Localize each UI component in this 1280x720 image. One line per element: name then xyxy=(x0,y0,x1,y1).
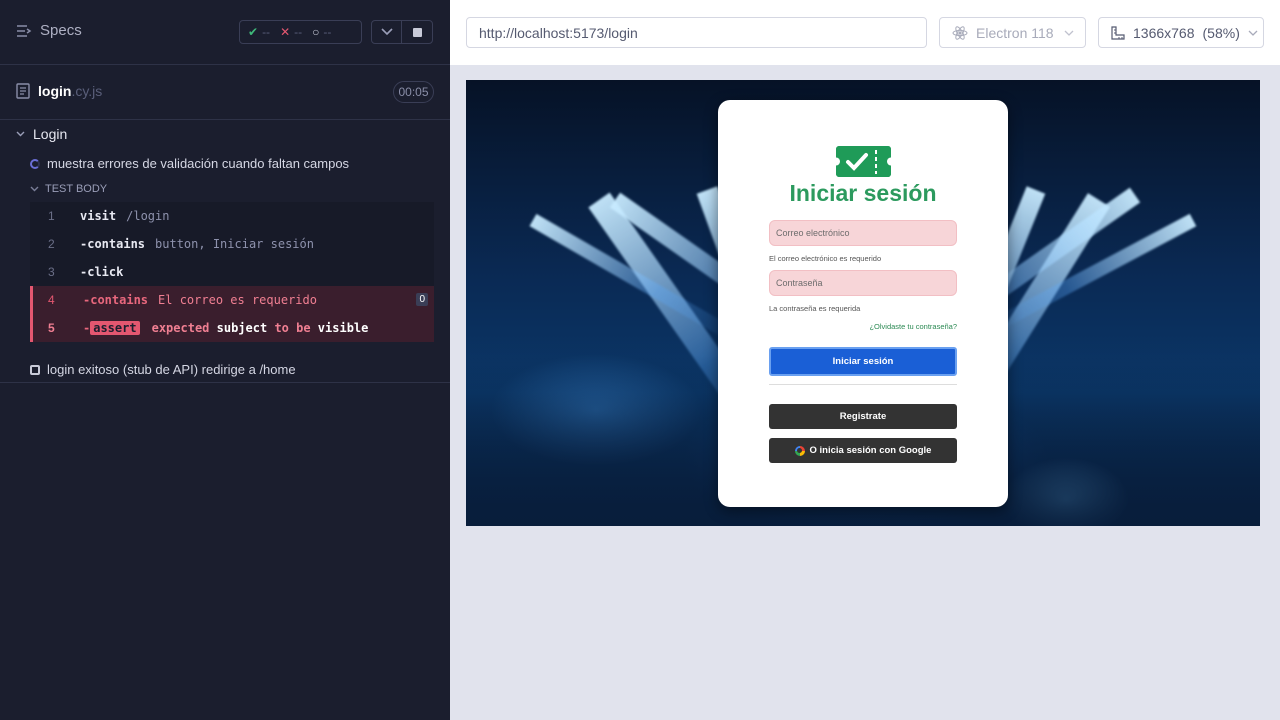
specs-toggle-button[interactable]: Specs xyxy=(16,22,82,39)
command-number: 5 xyxy=(48,321,55,335)
login-submit-button[interactable]: Iniciar sesión xyxy=(769,347,957,376)
document-icon xyxy=(16,83,30,99)
command-message: El correo es requerido xyxy=(158,293,317,307)
email-input[interactable]: Correo electrónico xyxy=(769,220,957,246)
passed-check-icon: ✔ xyxy=(248,25,259,39)
browser-selector[interactable]: Electron 118 xyxy=(939,17,1086,48)
running-spinner-icon xyxy=(30,158,40,169)
aut-header: http://localhost:5173/login Electron 118… xyxy=(450,0,1280,65)
viewport-size: 1366x768 xyxy=(1133,24,1195,41)
command-method: -contains xyxy=(80,237,146,251)
electron-icon xyxy=(952,25,968,40)
failed-x-icon: ✕ xyxy=(280,25,291,39)
chevron-down-icon xyxy=(380,28,393,36)
command-number: 3 xyxy=(48,265,55,279)
run-controls xyxy=(371,20,433,44)
pending-count: -- xyxy=(323,25,332,39)
command-number: 2 xyxy=(48,237,55,251)
ticket-check-icon xyxy=(836,146,891,177)
stop-button[interactable] xyxy=(402,21,432,43)
specs-label: Specs xyxy=(40,22,82,39)
app-preview-frame: Iniciar sesión Correo electrónico El cor… xyxy=(466,80,1260,526)
ruler-icon xyxy=(1111,25,1125,40)
command-method: -click xyxy=(80,265,124,279)
chevron-down-icon xyxy=(16,131,25,137)
test-body-toggle[interactable]: TEST BODY xyxy=(30,183,107,195)
chevron-down-icon xyxy=(1248,30,1258,36)
password-input[interactable]: Contraseña xyxy=(769,270,957,296)
suite-login[interactable]: Login xyxy=(16,126,67,142)
element-count-badge: 0 xyxy=(416,293,428,306)
email-error: El correo electrónico es requerido xyxy=(769,254,882,263)
specs-list-icon xyxy=(17,24,32,37)
command-method: - xyxy=(83,321,91,335)
test-body-label: TEST BODY xyxy=(45,183,108,195)
password-error: La contraseña es requerida xyxy=(769,304,861,313)
test-stats: ✔ -- ✕ -- ○ -- xyxy=(239,20,362,44)
pending-square-icon xyxy=(30,364,40,375)
reporter-header: Specs ✔ -- ✕ -- ○ -- xyxy=(0,0,450,65)
suite-title: Login xyxy=(33,126,68,142)
google-login-button[interactable]: O inicia sesión con Google xyxy=(769,438,957,463)
google-icon xyxy=(794,445,805,456)
url-bar[interactable]: http://localhost:5173/login xyxy=(466,17,927,48)
test-pending[interactable]: login exitoso (stub de API) redirige a /… xyxy=(30,362,296,377)
command-row-failed[interactable]: 5 - assert expected subject to be visibl… xyxy=(30,314,434,342)
assert-part: to be xyxy=(274,321,311,335)
divider xyxy=(769,384,957,385)
chevron-down-icon xyxy=(1064,30,1074,36)
failed-count: -- xyxy=(294,25,303,39)
assert-part: expected xyxy=(151,321,210,335)
assert-badge: assert xyxy=(90,321,140,335)
test-running[interactable]: muestra errores de validación cuando fal… xyxy=(30,156,349,171)
spec-file-name[interactable]: login xyxy=(38,83,71,99)
spec-file-row: login .cy.js 00:05 xyxy=(0,65,450,120)
command-row[interactable]: 3 -click xyxy=(30,258,434,286)
command-number: 1 xyxy=(48,209,55,223)
assert-part: subject xyxy=(216,321,268,335)
pending-circle-icon: ○ xyxy=(312,25,320,39)
viewport-scale: (58%) xyxy=(1202,24,1240,41)
passed-count: -- xyxy=(262,25,271,39)
command-method: -contains xyxy=(83,293,149,307)
test-title-text: muestra errores de validación cuando fal… xyxy=(47,156,350,171)
reporter-panel: Specs ✔ -- ✕ -- ○ -- login .cy.js 00:05 Log… xyxy=(0,0,450,720)
divider xyxy=(0,382,450,383)
command-log: 1 visit /login 2 -contains button, Inici… xyxy=(30,202,434,342)
forgot-password-link[interactable]: ¿Olvidaste tu contraseña? xyxy=(869,322,957,331)
command-message: button, Iniciar sesión xyxy=(155,237,314,251)
command-row[interactable]: 1 visit /login xyxy=(30,202,434,230)
spec-file-ext: .cy.js xyxy=(71,83,103,99)
command-number: 4 xyxy=(48,293,55,307)
google-login-label: O inicia sesión con Google xyxy=(809,445,932,456)
viewport-selector[interactable]: 1366x768 (58%) xyxy=(1098,17,1264,48)
command-row[interactable]: 2 -contains button, Iniciar sesión xyxy=(30,230,434,258)
command-row-failed[interactable]: 4 -contains El correo es requerido 0 xyxy=(30,286,434,314)
chevron-down-icon xyxy=(30,186,39,192)
register-button[interactable]: Registrate xyxy=(769,404,957,429)
browser-name: Electron 118 xyxy=(976,24,1054,41)
stop-icon xyxy=(412,27,422,37)
test-title-text: login exitoso (stub de API) redirige a /… xyxy=(47,362,296,377)
assert-part: visible xyxy=(317,321,369,335)
spec-duration: 00:05 xyxy=(393,81,434,103)
expand-button[interactable] xyxy=(372,21,403,43)
login-title: Iniciar sesión xyxy=(789,180,937,206)
command-method: visit xyxy=(80,209,117,223)
login-card: Iniciar sesión Correo electrónico El cor… xyxy=(718,100,1008,507)
command-message: /login xyxy=(126,209,170,223)
